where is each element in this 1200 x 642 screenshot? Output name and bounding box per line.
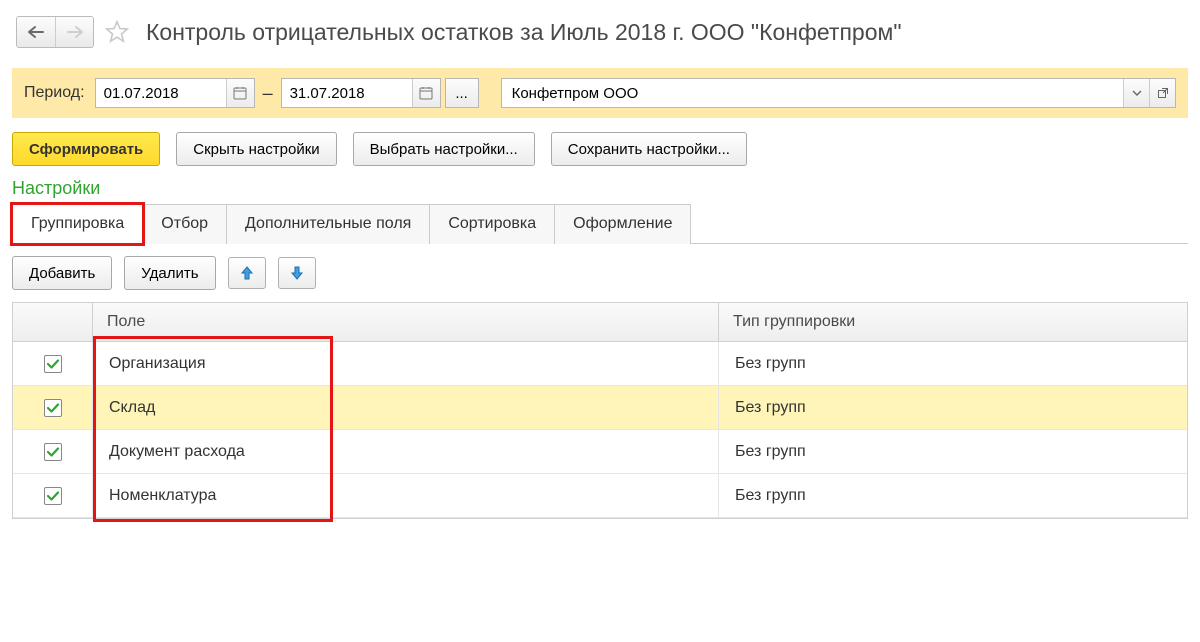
- arrow-left-icon: [27, 25, 45, 39]
- page-title: Контроль отрицательных остатков за Июль …: [146, 19, 902, 46]
- date-to-group: [281, 78, 441, 108]
- date-to-input[interactable]: [282, 79, 412, 107]
- period-label: Период:: [24, 84, 85, 102]
- chevron-down-icon: [1132, 90, 1142, 96]
- generate-button[interactable]: Сформировать: [12, 132, 160, 166]
- move-up-button[interactable]: [228, 257, 266, 289]
- checkmark-icon: [46, 357, 60, 371]
- period-bar: Период: – ...: [12, 68, 1188, 118]
- star-icon: [104, 19, 130, 45]
- date-from-calendar-button[interactable]: [226, 79, 254, 107]
- date-separator: –: [259, 83, 277, 104]
- nav-button-group: [16, 16, 94, 48]
- table-row[interactable]: СкладБез групп: [13, 386, 1187, 430]
- favorite-button[interactable]: [102, 17, 132, 47]
- settings-heading: Настройки: [0, 172, 1200, 203]
- nav-forward-button[interactable]: [55, 17, 93, 47]
- choose-settings-button[interactable]: Выбрать настройки...: [353, 132, 535, 166]
- row-check-cell: [13, 342, 93, 385]
- tab-4[interactable]: Оформление: [554, 204, 691, 244]
- checkmark-icon: [46, 401, 60, 415]
- tabs: ГруппировкаОтборДополнительные поляСорти…: [12, 203, 1188, 244]
- date-from-group: [95, 78, 255, 108]
- row-check-cell: [13, 386, 93, 429]
- table-row[interactable]: Документ расходаБез групп: [13, 430, 1187, 474]
- tab-3[interactable]: Сортировка: [429, 204, 555, 244]
- add-button[interactable]: Добавить: [12, 256, 112, 290]
- organization-open-button[interactable]: [1149, 79, 1175, 107]
- external-link-icon: [1157, 87, 1169, 99]
- row-type-cell: Без групп: [719, 474, 1187, 517]
- actions-row: Сформировать Скрыть настройки Выбрать на…: [0, 118, 1200, 172]
- row-field-cell: Номенклатура: [93, 474, 719, 517]
- table-row[interactable]: ОрганизацияБез групп: [13, 342, 1187, 386]
- hide-settings-button[interactable]: Скрыть настройки: [176, 132, 336, 166]
- calendar-icon: [233, 86, 247, 100]
- table-row[interactable]: НоменклатураБез групп: [13, 474, 1187, 518]
- column-header-field: Поле: [93, 303, 719, 341]
- column-header-type: Тип группировки: [719, 303, 1187, 341]
- row-field-cell: Документ расхода: [93, 430, 719, 473]
- arrow-down-icon: [290, 265, 304, 281]
- checkmark-icon: [46, 489, 60, 503]
- grouping-table: Поле Тип группировки ОрганизацияБез груп…: [12, 302, 1188, 519]
- organization-input-group: [501, 78, 1176, 108]
- tab-2[interactable]: Дополнительные поля: [226, 204, 430, 244]
- row-checkbox[interactable]: [44, 355, 62, 373]
- date-to-calendar-button[interactable]: [412, 79, 440, 107]
- row-field-cell: Склад: [93, 386, 719, 429]
- row-check-cell: [13, 474, 93, 517]
- nav-back-button[interactable]: [17, 17, 55, 47]
- grouping-toolbar: Добавить Удалить: [0, 244, 1200, 302]
- arrow-right-icon: [66, 25, 84, 39]
- row-checkbox[interactable]: [44, 399, 62, 417]
- checkmark-icon: [46, 445, 60, 459]
- row-type-cell: Без групп: [719, 386, 1187, 429]
- calendar-icon: [419, 86, 433, 100]
- row-type-cell: Без групп: [719, 342, 1187, 385]
- tab-1[interactable]: Отбор: [142, 204, 227, 244]
- row-check-cell: [13, 430, 93, 473]
- row-checkbox[interactable]: [44, 487, 62, 505]
- move-down-button[interactable]: [278, 257, 316, 289]
- column-header-check: [13, 303, 93, 341]
- organization-input[interactable]: [502, 79, 1123, 107]
- delete-button[interactable]: Удалить: [124, 256, 215, 290]
- period-options-button[interactable]: ...: [445, 78, 479, 108]
- row-type-cell: Без групп: [719, 430, 1187, 473]
- row-field-cell: Организация: [93, 342, 719, 385]
- date-from-input[interactable]: [96, 79, 226, 107]
- table-header: Поле Тип группировки: [13, 303, 1187, 342]
- tab-0[interactable]: Группировка: [12, 204, 143, 244]
- organization-dropdown-button[interactable]: [1123, 79, 1149, 107]
- row-checkbox[interactable]: [44, 443, 62, 461]
- arrow-up-icon: [240, 265, 254, 281]
- save-settings-button[interactable]: Сохранить настройки...: [551, 132, 747, 166]
